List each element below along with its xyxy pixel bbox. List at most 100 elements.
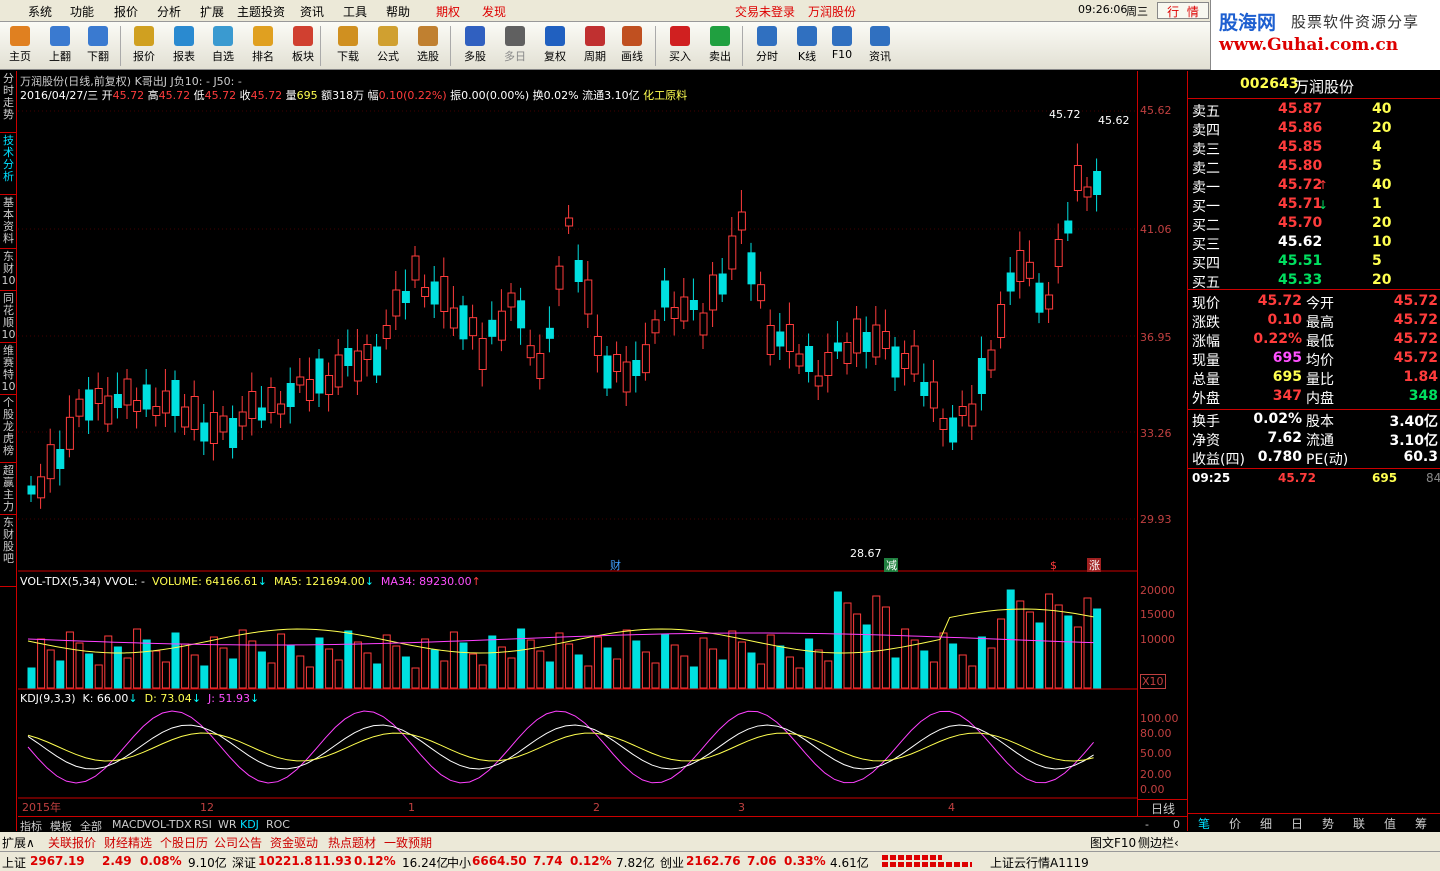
side-tab-3[interactable]: 东财10 — [0, 249, 17, 291]
menu-quote[interactable]: 报价 — [114, 3, 138, 20]
volume-bar — [1054, 604, 1063, 689]
volume-bar — [872, 595, 881, 689]
indicator-tab-5[interactable]: RSI — [194, 818, 212, 831]
quote-tab-1[interactable]: 价 — [1229, 815, 1241, 832]
status-tab-0[interactable]: 扩展∧ — [2, 834, 35, 851]
menu-system[interactable]: 系统 — [28, 3, 52, 20]
menu-discover[interactable]: 发现 — [482, 3, 506, 20]
side-tab-8[interactable]: 东财股吧 — [0, 515, 17, 587]
candle-body — [1073, 165, 1082, 191]
toolbar-16-button[interactable]: 买入 — [662, 24, 698, 68]
candle-body — [305, 379, 314, 401]
volume-bar — [699, 637, 708, 689]
toolbar-4-button[interactable]: 报表 — [166, 24, 202, 68]
toolbar-8-button[interactable]: 下载 — [330, 24, 366, 68]
side-tab-0[interactable]: 分时走势 — [0, 71, 17, 133]
menu-function[interactable]: 功能 — [70, 3, 94, 20]
toolbar-1-button[interactable]: 上翻 — [42, 24, 78, 68]
candle-body — [363, 344, 372, 360]
toolbar-12-button[interactable]: 多日 — [497, 24, 533, 68]
toolbar-18-button[interactable]: 分时 — [749, 24, 785, 68]
volume-bar — [545, 661, 554, 689]
status-tab-4[interactable]: 公司公告 — [214, 834, 262, 851]
toolbar-icon — [505, 26, 525, 46]
toolbar-7-button[interactable]: 板块 — [285, 24, 321, 68]
menu-analysis[interactable]: 分析 — [157, 3, 181, 20]
zoom-reset-button[interactable]: 0 — [1173, 818, 1180, 831]
candle-body — [286, 383, 295, 407]
date-tick: 1 — [408, 801, 415, 814]
status-tab-7[interactable]: 一致预期 — [384, 834, 432, 851]
menu-tools[interactable]: 工具 — [343, 3, 367, 20]
quote-tab-5[interactable]: 联 — [1353, 815, 1365, 832]
toolbar-6-button[interactable]: 排名 — [245, 24, 281, 68]
vol-tick: 15000 — [1140, 608, 1175, 621]
sh-index: 2967.19 — [30, 854, 85, 868]
side-tab-6[interactable]: 个股龙虎榜 — [0, 395, 17, 463]
candles — [27, 143, 1102, 509]
login-status[interactable]: 交易未登录 — [735, 3, 795, 20]
status-tab-3[interactable]: 个股日历 — [160, 834, 208, 851]
zoom-out-button[interactable]: - — [1145, 818, 1149, 831]
side-tab-7[interactable]: 超赢主力 — [0, 463, 17, 515]
candle-body — [949, 417, 958, 443]
indicator-tab-4[interactable]: VOL-TDX — [144, 818, 192, 831]
candle-body — [555, 265, 564, 290]
candle-body — [315, 358, 324, 394]
volume-bar — [613, 658, 622, 689]
kdj-indicator-line[interactable]: KDJ(9,3,3) K: 66.00↓ D: 73.04↓ J: 51.93↓ — [20, 692, 259, 705]
menu-options[interactable]: 期权 — [436, 3, 460, 20]
indicator-tab-7[interactable]: KDJ — [240, 818, 259, 831]
volume-bar — [622, 629, 631, 689]
candle-body — [718, 273, 727, 295]
toolbar-10-button[interactable]: 选股 — [410, 24, 446, 68]
toolbar-14-button[interactable]: 周期 — [577, 24, 613, 68]
toolbar-icon — [585, 26, 605, 46]
f10-button[interactable]: 图文F10 — [1090, 834, 1136, 851]
indicator-tab-3[interactable]: MACD — [112, 818, 145, 831]
menu-theme[interactable]: 主题投资 — [237, 3, 285, 20]
volume-bar — [1093, 608, 1102, 689]
candle-body — [113, 394, 122, 408]
status-tab-2[interactable]: 财经精选 — [104, 834, 152, 851]
status-tab-5[interactable]: 资金驱动 — [270, 834, 318, 851]
quote-tab-3[interactable]: 日 — [1291, 815, 1303, 832]
toolbar-19-button[interactable]: K线 — [789, 24, 825, 68]
indicator-tab-6[interactable]: WR — [218, 818, 237, 831]
side-tab-2[interactable]: 基本资料 — [0, 195, 17, 249]
toolbar-2-button[interactable]: 下翻 — [80, 24, 116, 68]
status-tab-6[interactable]: 热点题材 — [328, 834, 376, 851]
side-tab-1[interactable]: 技术分析 — [0, 133, 17, 195]
toolbar-9-button[interactable]: 公式 — [370, 24, 406, 68]
candle-body — [910, 345, 919, 375]
toolbar-13-button[interactable]: 复权 — [537, 24, 573, 68]
quote-mode-button[interactable]: 行 情 — [1157, 2, 1209, 19]
toolbar-15-button[interactable]: 画线 — [614, 24, 650, 68]
kline-chart-area[interactable]: 2015年 12 1 2 3 4 45.72 45.62 28.67 财减 $ 涨 万润股份(日线,前… — [18, 71, 1137, 816]
toolbar-icon — [293, 26, 313, 46]
toolbar-17-button[interactable]: 卖出 — [702, 24, 738, 68]
quote-tab-2[interactable]: 细 — [1260, 815, 1272, 832]
toolbar-21-button[interactable]: 资讯 — [862, 24, 898, 68]
sidebar-toggle-button[interactable]: 侧边栏‹ — [1138, 834, 1179, 851]
side-tab-5[interactable]: 维赛特10 — [0, 343, 17, 395]
quote-tab-0[interactable]: 笔 — [1198, 815, 1210, 832]
toolbar-20-button[interactable]: F10 — [824, 24, 860, 68]
quote-tab-7[interactable]: 筹 — [1415, 815, 1427, 832]
toolbar-3-button[interactable]: 报价 — [126, 24, 162, 68]
toolbar-0-button[interactable]: 主页 — [2, 24, 38, 68]
quote-tab-6[interactable]: 值 — [1384, 815, 1396, 832]
quote-tab-4[interactable]: 势 — [1322, 815, 1334, 832]
status-tab-1[interactable]: 关联报价 — [48, 834, 96, 851]
volume-bar — [267, 662, 276, 689]
period-label[interactable]: 日线 — [1138, 799, 1188, 816]
indicator-tab-8[interactable]: ROC — [266, 818, 290, 831]
menu-news[interactable]: 资讯 — [300, 3, 324, 20]
candle-body — [632, 360, 641, 376]
toolbar-11-button[interactable]: 多股 — [457, 24, 493, 68]
side-tab-4[interactable]: 同花顺10 — [0, 291, 17, 343]
volume-indicator-line[interactable]: VOL-TDX(5,34) VVOL: - VOLUME: 64166.61↓ … — [20, 575, 481, 588]
menu-help[interactable]: 帮助 — [386, 3, 410, 20]
menu-extend[interactable]: 扩展 — [200, 3, 224, 20]
toolbar-5-button[interactable]: 自选 — [205, 24, 241, 68]
